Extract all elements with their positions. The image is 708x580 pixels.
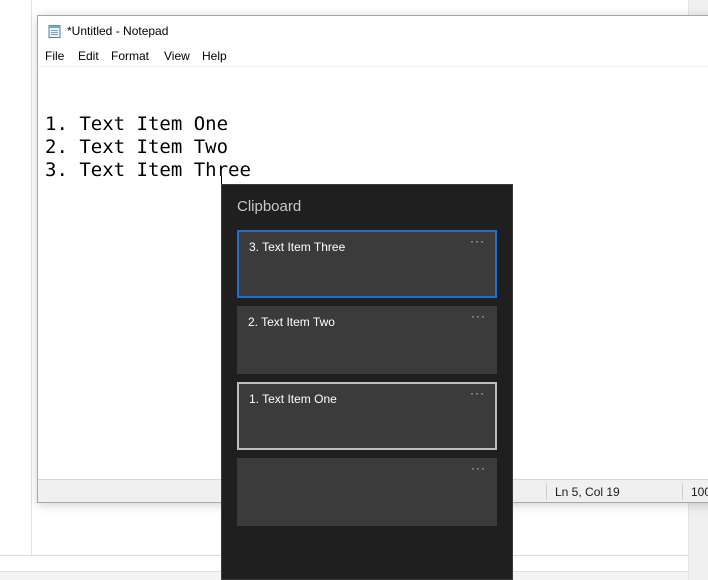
clipboard-item-text: 3. Text Item Three [249, 240, 346, 254]
clipboard-title: Clipboard [237, 198, 302, 215]
more-options-icon[interactable]: ··· [470, 235, 485, 247]
menu-bar: File Edit Format View Help [38, 47, 708, 67]
clipboard-item[interactable]: 3. Text Item Three ··· [237, 230, 497, 298]
menu-file[interactable]: File [45, 49, 64, 63]
scrollbar-arrow[interactable] [689, 0, 708, 16]
clipboard-item-text: 2. Text Item Two [248, 315, 335, 329]
editor-line: 1. Text Item One [45, 113, 229, 135]
clipboard-item[interactable]: 1. Text Item One ··· [237, 382, 497, 450]
status-separator [682, 483, 683, 500]
more-options-icon[interactable]: ··· [470, 387, 485, 399]
clipboard-panel: Clipboard 3. Text Item Three ··· 2. Text… [221, 184, 513, 580]
menu-view[interactable]: View [164, 49, 190, 63]
clipboard-item[interactable]: 2. Text Item Two ··· [237, 306, 497, 374]
zoom-level: 100 [691, 485, 708, 499]
more-options-icon[interactable]: ··· [471, 310, 486, 322]
clipboard-item-text: 1. Text Item One [249, 392, 337, 406]
clipboard-item[interactable]: ··· [237, 458, 497, 526]
screen: *Untitled - Notepad File Edit Format Vie… [0, 0, 708, 580]
title-bar[interactable]: *Untitled - Notepad [38, 16, 708, 47]
menu-format[interactable]: Format [111, 49, 149, 63]
background-divider [31, 0, 32, 556]
editor-line: 2. Text Item Two [45, 136, 229, 158]
status-separator [546, 483, 547, 500]
more-options-icon[interactable]: ··· [471, 462, 486, 474]
notepad-icon [48, 25, 61, 38]
menu-edit[interactable]: Edit [78, 49, 99, 63]
menu-help[interactable]: Help [202, 49, 227, 63]
cursor-position: Ln 5, Col 19 [555, 485, 620, 499]
window-title: *Untitled - Notepad [67, 24, 169, 38]
